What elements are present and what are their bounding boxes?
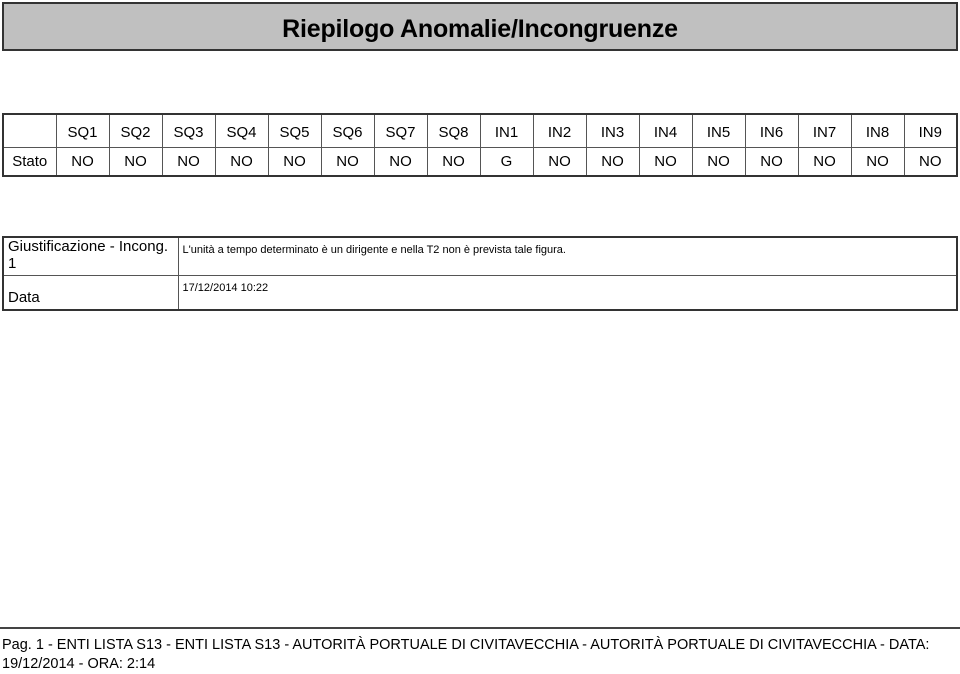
column-header-sq5: SQ5 xyxy=(267,113,322,148)
column-header-sq8: SQ8 xyxy=(426,113,481,148)
column-header-in6: IN6 xyxy=(744,113,799,148)
corner-cell xyxy=(2,113,57,148)
justification-value: L'unità a tempo determinato è un dirigen… xyxy=(177,236,958,276)
column-header-sq6: SQ6 xyxy=(320,113,375,148)
date-value: 17/12/2014 10:22 xyxy=(177,275,958,311)
status-cell-in4: NO xyxy=(638,147,693,177)
status-cell-in5: NO xyxy=(691,147,746,177)
status-cell-sq8: NO xyxy=(426,147,481,177)
status-cell-sq6: NO xyxy=(320,147,375,177)
header-row: SQ1 SQ2 SQ3 SQ4 SQ5 SQ6 SQ7 SQ8 IN1 IN2 IN3 IN4 IN5 I… xyxy=(2,113,958,148)
status-cell-sq5: NO xyxy=(267,147,322,177)
footer-divider xyxy=(0,627,960,629)
column-header-in2: IN2 xyxy=(532,113,587,148)
status-cell-in8: NO xyxy=(850,147,905,177)
justification-label: Giustificazione - Incong. 1 xyxy=(2,236,179,276)
date-row: Data 17/12/2014 10:22 xyxy=(2,275,958,311)
status-cell-sq1: NO xyxy=(55,147,110,177)
column-header-sq7: SQ7 xyxy=(373,113,428,148)
status-cell-in6: NO xyxy=(744,147,799,177)
stato-row: Stato NO NO NO NO NO NO NO NO G NO NO NO NO NO NO NO NO xyxy=(2,147,958,177)
footer-text: Pag. 1 - ENTI LISTA S13 - ENTI LISTA S13… xyxy=(2,637,930,672)
row-label: Stato xyxy=(2,147,57,177)
date-label: Data xyxy=(2,275,179,311)
status-cell-in9: NO xyxy=(903,147,958,177)
column-header-in9: IN9 xyxy=(903,113,958,148)
column-header-sq2: SQ2 xyxy=(108,113,163,148)
status-cell-sq3: NO xyxy=(161,147,216,177)
status-cell-in3: NO xyxy=(585,147,640,177)
column-header-in4: IN4 xyxy=(638,113,693,148)
page-title: Riepilogo Anomalie/Incongruenze xyxy=(282,15,678,43)
status-cell-sq4: NO xyxy=(214,147,269,177)
column-header-sq4: SQ4 xyxy=(214,113,269,148)
justification-row: Giustificazione - Incong. 1 L'unità a te… xyxy=(2,236,958,276)
column-header-sq3: SQ3 xyxy=(161,113,216,148)
column-header-in5: IN5 xyxy=(691,113,746,148)
column-header-sq1: SQ1 xyxy=(55,113,110,148)
title-bar: Riepilogo Anomalie/Incongruenze xyxy=(2,2,958,51)
status-cell-in7: NO xyxy=(797,147,852,177)
status-cell-in1: G xyxy=(479,147,534,177)
status-cell-in2: NO xyxy=(532,147,587,177)
justification-table: Giustificazione - Incong. 1 L'unità a te… xyxy=(2,236,958,311)
column-header-in3: IN3 xyxy=(585,113,640,148)
column-header-in1: IN1 xyxy=(479,113,534,148)
column-header-in8: IN8 xyxy=(850,113,905,148)
status-cell-sq2: NO xyxy=(108,147,163,177)
column-header-in7: IN7 xyxy=(797,113,852,148)
status-cell-sq7: NO xyxy=(373,147,428,177)
status-table: SQ1 SQ2 SQ3 SQ4 SQ5 SQ6 SQ7 SQ8 IN1 IN2 IN3 IN4 IN5 I… xyxy=(2,113,958,177)
